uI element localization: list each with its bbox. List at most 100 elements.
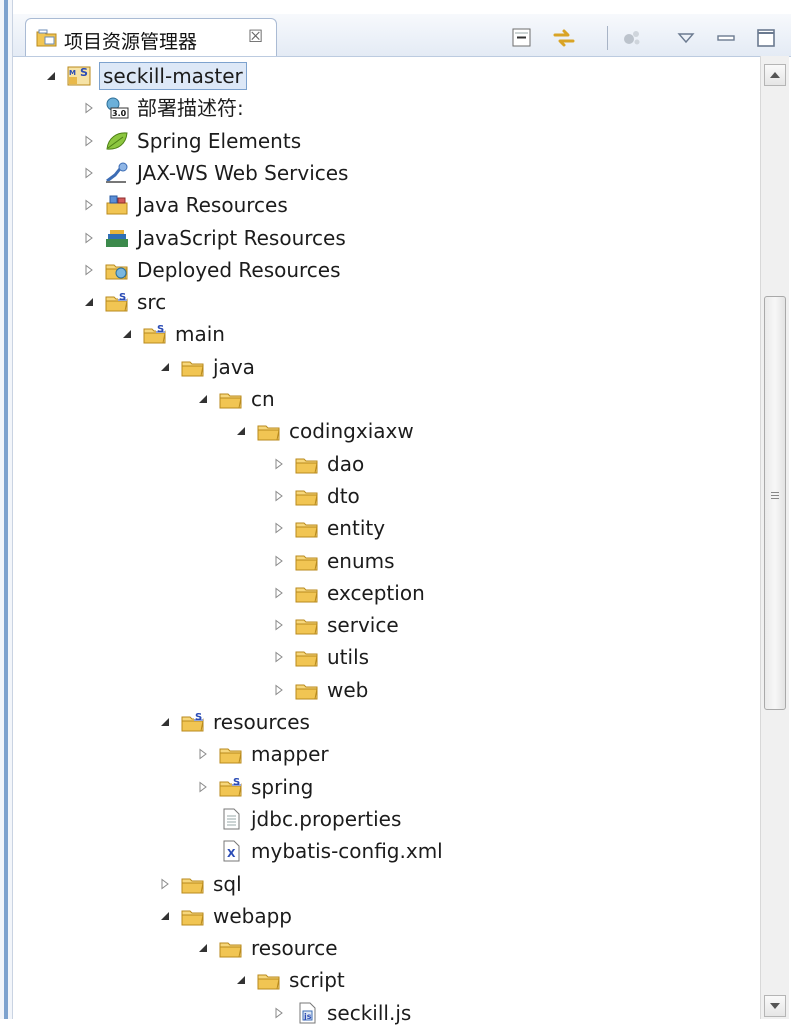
collapsed-arrow-icon[interactable] xyxy=(194,778,212,796)
tree-item[interactable]: M Sseckill-master xyxy=(42,61,247,91)
tree-item[interactable]: Sspring xyxy=(194,772,313,802)
collapsed-arrow-icon[interactable] xyxy=(270,487,288,505)
vertical-scrollbar[interactable] xyxy=(760,56,789,1019)
project-explorer-icon xyxy=(36,29,58,47)
expanded-arrow-icon[interactable] xyxy=(118,325,136,343)
svg-text:S: S xyxy=(157,324,164,335)
tree-item[interactable]: entity xyxy=(270,513,385,543)
tree-item[interactable]: JavaScript Resources xyxy=(80,223,346,253)
tree-item[interactable]: Ssrc xyxy=(80,287,166,317)
scroll-up-button[interactable] xyxy=(764,64,786,86)
tree-item-label: entity xyxy=(327,516,386,541)
spring-folder-icon: S xyxy=(142,322,168,346)
tree-item-label: cn xyxy=(251,387,275,411)
tree-item-label: utils xyxy=(327,645,370,670)
tree-item[interactable]: enums xyxy=(270,546,395,576)
tree-item[interactable]: Smain xyxy=(118,319,225,349)
tree-item[interactable]: JAX-WS Web Services xyxy=(80,158,348,188)
collapsed-arrow-icon[interactable] xyxy=(270,584,288,602)
scroll-grip-icon xyxy=(771,492,779,501)
tree-item[interactable]: Java Resources xyxy=(80,190,288,220)
expanded-arrow-icon[interactable] xyxy=(194,390,212,408)
expanded-arrow-icon[interactable] xyxy=(232,422,250,440)
collapsed-arrow-icon[interactable] xyxy=(270,616,288,634)
collapsed-arrow-icon[interactable] xyxy=(80,229,98,247)
tree-item-label: src xyxy=(137,290,167,315)
minimize-icon[interactable] xyxy=(713,26,739,50)
collapsed-arrow-icon[interactable] xyxy=(80,196,98,214)
tree-item[interactable]: utils xyxy=(270,642,369,672)
tree-item[interactable]: Xmybatis-config.xml xyxy=(194,836,443,866)
collapse-all-icon[interactable] xyxy=(509,26,535,50)
tree-item-label: JavaScript Resources xyxy=(137,225,346,250)
folder-icon xyxy=(218,387,244,411)
tree-item[interactable]: mapper xyxy=(194,739,329,769)
expanded-arrow-icon[interactable] xyxy=(194,939,212,957)
svg-text:js: js xyxy=(303,1012,312,1021)
tree-item[interactable]: java xyxy=(156,352,255,382)
collapsed-arrow-icon[interactable] xyxy=(270,681,288,699)
tree-item[interactable]: jdbc.properties xyxy=(194,804,401,834)
tree-item-label: sql xyxy=(213,871,242,896)
tree-item[interactable]: script xyxy=(232,965,345,995)
tree-item[interactable]: dao xyxy=(270,449,364,479)
link-with-editor-icon[interactable] xyxy=(551,26,577,50)
collapsed-arrow-icon[interactable] xyxy=(270,648,288,666)
xml-file-icon: X xyxy=(218,839,244,863)
expanded-arrow-icon[interactable] xyxy=(156,713,174,731)
toolbar-separator xyxy=(607,26,608,50)
tab-project-explorer[interactable]: 项目资源管理器 ☒ xyxy=(25,18,277,56)
web-services-icon xyxy=(104,161,130,185)
tree-item[interactable]: web xyxy=(270,675,368,705)
tree-item[interactable]: exception xyxy=(270,578,425,608)
collapsed-arrow-icon[interactable] xyxy=(80,164,98,182)
tree-item[interactable]: service xyxy=(270,610,399,640)
scroll-thumb[interactable] xyxy=(764,296,786,710)
tree-item-label: web xyxy=(327,677,369,702)
view-title: 项目资源管理器 xyxy=(64,31,198,53)
folder-icon xyxy=(180,872,206,896)
expanded-arrow-icon[interactable] xyxy=(80,293,98,311)
folder-icon xyxy=(256,968,282,992)
tree-item-label: java xyxy=(213,354,255,379)
folder-icon xyxy=(294,613,320,637)
tree-item[interactable]: Spring Elements xyxy=(80,126,301,156)
tree-item[interactable]: Deployed Resources xyxy=(80,255,341,285)
maximize-icon[interactable] xyxy=(753,26,779,50)
collapsed-arrow-icon[interactable] xyxy=(156,875,174,893)
view-menu-icon[interactable] xyxy=(673,26,699,50)
collapsed-arrow-icon[interactable] xyxy=(270,552,288,570)
folder-icon xyxy=(294,484,320,508)
svg-text:S: S xyxy=(195,712,202,723)
tree-item[interactable]: sql xyxy=(156,869,242,899)
expanded-arrow-icon[interactable] xyxy=(156,358,174,376)
tree-item[interactable]: Sresources xyxy=(156,707,310,737)
project-tree[interactable]: M Sseckill-master 3.0 部署描述符: Spring Elements… xyxy=(0,56,760,1025)
expanded-arrow-icon[interactable] xyxy=(156,907,174,925)
collapsed-arrow-icon[interactable] xyxy=(80,99,98,117)
tree-item[interactable]: codingxiaxw xyxy=(232,416,414,446)
customize-view-icon[interactable] xyxy=(619,26,645,50)
collapsed-arrow-icon[interactable] xyxy=(270,455,288,473)
folder-icon xyxy=(218,936,244,960)
tree-item[interactable]: js seckill.js xyxy=(270,998,411,1028)
tree-item[interactable]: webapp xyxy=(156,901,292,931)
collapsed-arrow-icon[interactable] xyxy=(270,519,288,537)
collapsed-arrow-icon[interactable] xyxy=(80,132,98,150)
expanded-arrow-icon[interactable] xyxy=(42,67,60,85)
spring-folder-icon: S xyxy=(104,290,130,314)
tree-item[interactable]: 3.0 部署描述符: xyxy=(80,93,244,123)
collapsed-arrow-icon[interactable] xyxy=(194,745,212,763)
close-icon[interactable]: ☒ xyxy=(248,27,263,47)
tree-item[interactable]: resource xyxy=(194,933,338,963)
scroll-down-button[interactable] xyxy=(764,995,786,1017)
tree-item-label: resources xyxy=(213,710,310,734)
expanded-arrow-icon[interactable] xyxy=(232,971,250,989)
tree-item-label: enums xyxy=(327,548,395,573)
tree-item[interactable]: cn xyxy=(194,384,275,414)
tree-item[interactable]: dto xyxy=(270,481,360,511)
collapsed-arrow-icon[interactable] xyxy=(80,261,98,279)
project-icon: MS xyxy=(66,64,92,88)
